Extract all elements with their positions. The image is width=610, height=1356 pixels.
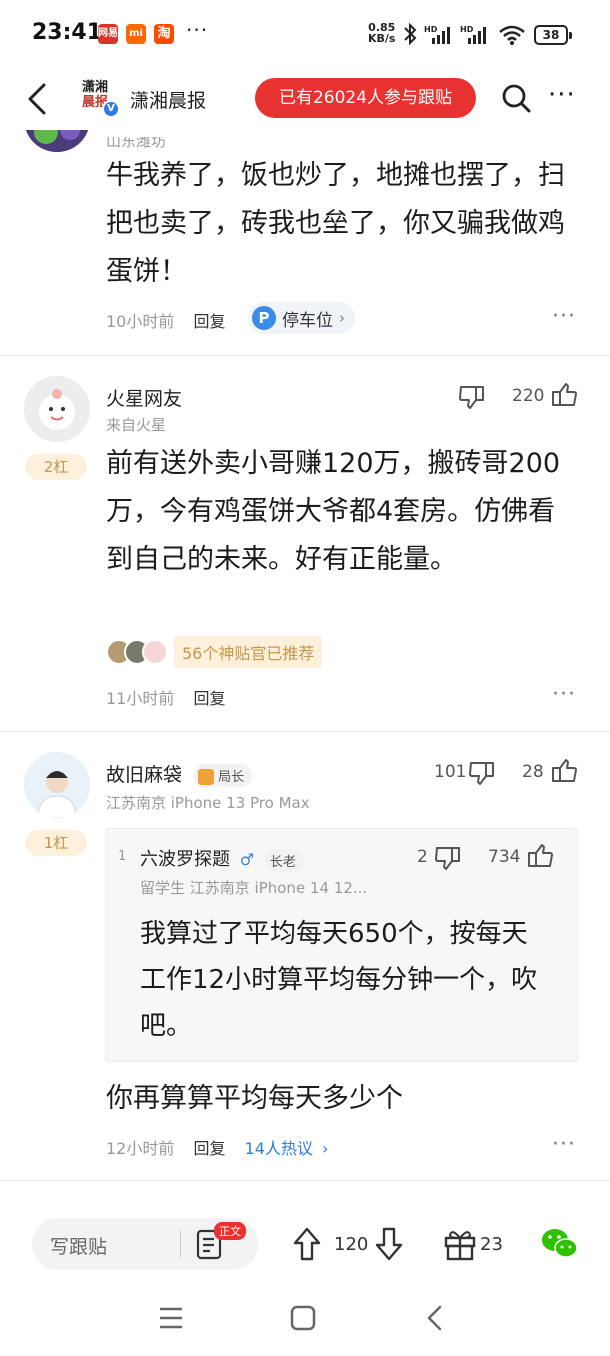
follow-comments-button[interactable]: 已有26024人参与跟贴 [255, 78, 476, 118]
comment-item: 2杠 火星网友 来自火星 220 前有送外卖小哥赚120万，搬砖哥200万，今有… [0, 356, 610, 730]
username[interactable]: 火星网友 [106, 384, 182, 411]
system-navigation-bar [0, 1290, 610, 1356]
floor-badge: 2杠 [25, 454, 87, 480]
comment-location: 来自火星 [106, 416, 167, 434]
battery-indicator: 38 [534, 25, 572, 45]
svg-text:HD: HD [460, 25, 474, 34]
comment-time: 10小时前 [106, 312, 175, 331]
bluetooth-icon [404, 22, 417, 46]
avatar-image [24, 376, 90, 442]
comment-time: 11小时前 [106, 689, 175, 708]
username[interactable]: 故旧麻袋 [106, 764, 182, 786]
divider [0, 1180, 610, 1181]
signal-icon-2: HD [460, 25, 486, 44]
parking-icon: P [252, 306, 276, 330]
topic-tag[interactable]: P 停车位 › [248, 302, 355, 334]
comment-more-icon[interactable]: ··· [552, 304, 576, 329]
comment-location: 山东潍坊 [106, 132, 167, 150]
gift-count: 23 [480, 1234, 503, 1255]
write-comment-box[interactable]: 写跟贴 正文 [32, 1218, 258, 1270]
topic-tag-label: 停车位 [282, 310, 333, 331]
network-speed: 0.85 KB/s [368, 21, 396, 45]
body-badge: 正文 [214, 1222, 246, 1240]
avatar-image [24, 752, 90, 818]
chevron-right-icon: › [322, 1139, 329, 1158]
recommend-count: 56个神贴官已推荐 [174, 636, 323, 668]
write-comment-placeholder: 写跟贴 [50, 1236, 108, 1258]
rank-badge: 局长 [194, 763, 253, 788]
like-icon[interactable] [526, 843, 554, 869]
recommenders[interactable]: 56个神贴官已推荐 [106, 636, 323, 668]
comment-text[interactable]: 你再算算平均每天多少个 [106, 1075, 581, 1123]
quoted-comment[interactable]: 1 六波罗探题 ♂ 长老 留学生 江苏南京 iPhone 14 12... 2 … [105, 828, 578, 1062]
wechat-share-icon[interactable] [540, 1226, 580, 1262]
comment-location: 江苏南京 iPhone 13 Pro Max [106, 794, 310, 812]
comment-item: 山东潍坊 牛我养了，饭也炒了，地摊也摆了，扫把也卖了，砖我也垒了，你又骗我做鸡蛋… [0, 86, 610, 355]
hot-discussion-link[interactable]: 14人热议 [245, 1139, 313, 1158]
male-icon: ♂ [239, 850, 255, 869]
source-logo[interactable]: 潇湘 晨报 V [80, 80, 122, 118]
netease-app-icon: 网易 [98, 24, 118, 44]
top-navigation: 潇湘 晨报 V 潇湘晨报 已有26024人参与跟贴 ··· [0, 66, 610, 130]
rank-icon [198, 769, 215, 786]
comment-footer: 12小时前 回复 14人热议 › [106, 1135, 328, 1159]
gift-icon[interactable] [442, 1226, 478, 1262]
username-row: 故旧麻袋 局长 [106, 760, 253, 788]
svg-text:HD: HD [424, 25, 438, 34]
dislike-icon[interactable] [458, 384, 486, 410]
comment-item: 1杠 故旧麻袋 局长 江苏南京 iPhone 13 Pro Max 101 28… [0, 732, 610, 1180]
downvote-arrow-icon[interactable] [374, 1226, 404, 1262]
floor-badge: 1杠 [25, 830, 87, 856]
menu-icon[interactable] [158, 1306, 184, 1330]
comment-text[interactable]: 牛我养了，饭也炒了，地摊也摆了，扫把也卖了，砖我也垒了，你又骗我做鸡蛋饼！ [106, 152, 581, 296]
quote-username[interactable]: 六波罗探题 [140, 849, 230, 870]
mi-app-icon: mi [126, 24, 146, 44]
quote-like-count: 734 [488, 847, 521, 867]
home-icon[interactable] [290, 1305, 316, 1331]
dislike-icon[interactable] [468, 760, 496, 786]
dislike-count: 101 [434, 762, 467, 782]
back-icon[interactable] [424, 1304, 444, 1332]
comment-more-icon[interactable]: ··· [552, 682, 576, 707]
reply-button[interactable]: 回复 [193, 312, 225, 331]
chevron-right-icon: › [339, 309, 345, 327]
comment-more-icon[interactable]: ··· [552, 1132, 576, 1157]
comment-time: 12小时前 [106, 1139, 175, 1158]
reply-button[interactable]: 回复 [193, 1139, 225, 1158]
status-more-icon: ··· [186, 18, 209, 42]
comment-footer: 10小时前 回复 [106, 308, 225, 332]
quote-username-row: 六波罗探题 ♂ 长老 [140, 845, 304, 872]
like-icon[interactable] [550, 382, 578, 408]
bottom-action-bar: 写跟贴 正文 120 23 [0, 1200, 610, 1290]
like-count: 28 [522, 762, 544, 782]
upvote-arrow-icon[interactable] [292, 1226, 322, 1262]
like-icon[interactable] [550, 758, 578, 784]
avatar[interactable] [24, 752, 90, 818]
quote-text: 我算过了平均每天650个，按每天工作12小时算平均每分钟一个，吹吧。 [140, 919, 538, 1041]
verified-icon: V [102, 100, 120, 118]
quote-meta: 留学生 江苏南京 iPhone 14 12... [140, 879, 368, 897]
upvote-count: 120 [334, 1234, 369, 1255]
status-bar: 23:41 网易 mi 淘 ··· 0.85 KB/s HD HD 38 [0, 0, 610, 66]
rank-badge: 长老 [265, 848, 304, 872]
like-count: 220 [512, 386, 545, 406]
quote-dislike-count: 2 [417, 847, 428, 867]
recommender-avatar [142, 639, 168, 665]
more-options-icon[interactable]: ··· [548, 80, 576, 110]
wifi-icon [499, 25, 525, 45]
avatar[interactable] [24, 376, 90, 442]
separator [180, 1230, 181, 1258]
comment-footer: 11小时前 回复 [106, 685, 225, 709]
logo-text-top: 潇湘 [82, 80, 109, 95]
status-time: 23:41 [32, 20, 103, 45]
back-arrow-icon[interactable] [24, 82, 52, 116]
taobao-app-icon: 淘 [154, 24, 174, 44]
search-icon[interactable] [500, 82, 532, 114]
comment-text[interactable]: 前有送外卖小哥赚120万，搬砖哥200万，今有鸡蛋饼大爷都4套房。仿佛看到自己的… [106, 440, 581, 584]
dislike-icon[interactable] [434, 845, 462, 871]
reply-button[interactable]: 回复 [193, 689, 225, 708]
signal-icon: HD [424, 25, 450, 44]
source-name[interactable]: 潇湘晨报 [130, 86, 206, 113]
quote-index: 1 [118, 849, 127, 864]
